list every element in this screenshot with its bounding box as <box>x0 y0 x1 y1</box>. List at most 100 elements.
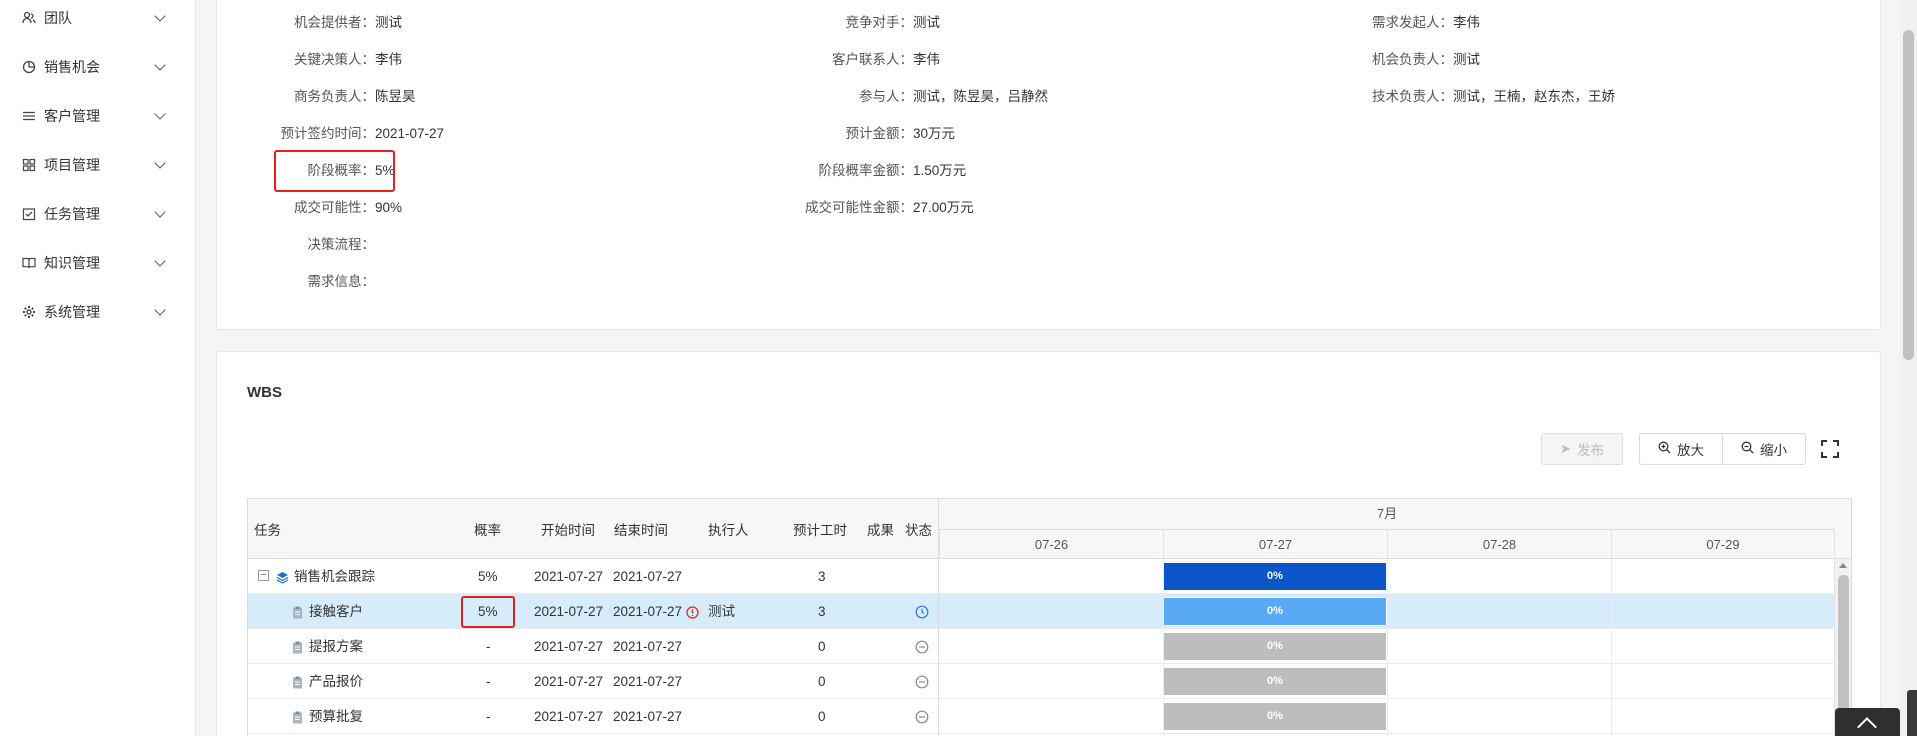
task-name: 接触客户 <box>309 604 363 619</box>
layers-icon <box>276 559 292 594</box>
task-end: 2021-07-27 <box>613 674 683 689</box>
table-row[interactable]: − 销售机会跟踪 5% 2021-07-27 2021-07-27 3 0% <box>248 559 1835 594</box>
chevron-down-icon <box>154 59 166 71</box>
field-key-decision-maker: 关键决策人：李伟 <box>294 52 402 67</box>
column-header-status: 状态 <box>905 523 932 538</box>
gantt-bar[interactable]: 0% <box>1164 633 1386 660</box>
sidebar-item-knowledge[interactable]: 知识管理 <box>0 248 196 278</box>
list-icon <box>22 109 36 123</box>
sidebar-item-label: 销售机会 <box>44 59 100 75</box>
gantt-bar[interactable]: 0% <box>1163 597 1387 626</box>
team-icon <box>22 11 36 25</box>
gantt-chart: 任务 概率 开始时间 结束时间 执行人 预计工时 成果 状态 7月 07-26 … <box>247 498 1852 736</box>
chevron-down-icon <box>154 108 166 120</box>
wbs-title: WBS <box>247 384 282 401</box>
task-start: 2021-07-27 <box>534 674 604 689</box>
opportunity-info-card: 机会提供者：测试 关键决策人：李伟 商务负责人：陈昱昊 预计签约时间：2021-… <box>216 0 1881 330</box>
task-hours: 0 <box>818 709 826 724</box>
sidebar-item-label: 项目管理 <box>44 157 100 173</box>
page-scrollbar[interactable] <box>1900 0 1917 736</box>
column-header-start: 开始时间 <box>541 523 595 538</box>
sidebar: 团队 销售机会 客户管理 项目管理 任务管理 知识管理 系统管理 <box>0 0 196 736</box>
timeline-day: 07-26 <box>939 529 1163 559</box>
side-panel-edge <box>1907 690 1917 736</box>
publish-button[interactable]: ➤ 发布 <box>1541 433 1623 465</box>
task-doc-icon <box>292 594 306 629</box>
sidebar-item-team[interactable]: 团队 <box>0 3 196 33</box>
overdue-warning-icon <box>686 594 700 629</box>
field-competitor: 竞争对手：测试 <box>845 15 941 30</box>
collapse-icon[interactable]: − <box>258 570 269 581</box>
task-probability: - <box>486 709 491 724</box>
chevron-down-icon <box>154 304 166 316</box>
highlight-stage-probability <box>274 150 395 192</box>
task-assignee: 测试 <box>708 604 735 619</box>
sidebar-item-task[interactable]: 任务管理 <box>0 199 196 229</box>
timeline-day: 07-28 <box>1387 529 1611 559</box>
book-icon <box>22 256 36 270</box>
task-start: 2021-07-27 <box>534 569 604 584</box>
table-row[interactable]: 预算批复 - 2021-07-27 2021-07-27 0 0% <box>248 699 1835 734</box>
sidebar-item-label: 系统管理 <box>44 304 100 320</box>
gantt-bar[interactable]: 0% <box>1164 703 1386 730</box>
sidebar-item-label: 团队 <box>44 10 72 26</box>
sidebar-item-project[interactable]: 项目管理 <box>0 150 196 180</box>
task-hours: 0 <box>818 674 826 689</box>
task-start: 2021-07-27 <box>534 639 604 654</box>
field-requirement-initiator: 需求发起人：李伟 <box>1372 15 1480 30</box>
minus-circle-icon <box>915 664 931 699</box>
send-icon: ➤ <box>1560 441 1571 456</box>
task-name: 产品报价 <box>309 674 363 689</box>
timeline-day: 07-29 <box>1611 529 1835 559</box>
timeline-gridline <box>1611 559 1612 736</box>
sidebar-item-sales-opportunity[interactable]: 销售机会 <box>0 52 196 82</box>
field-technical-owner: 技术负责人：测试，王楠，赵东杰，王娇 <box>1372 89 1615 104</box>
task-name: 预算批复 <box>309 709 363 724</box>
gantt-bar[interactable]: 0% <box>1164 563 1386 590</box>
minus-circle-icon <box>915 699 931 734</box>
task-name: 提报方案 <box>309 639 363 654</box>
scroll-up-icon[interactable] <box>1839 563 1847 568</box>
field-participants: 参与人：测试，陈昱昊，吕静然 <box>859 89 1048 104</box>
zoom-in-icon <box>1658 441 1671 457</box>
minus-circle-icon <box>915 629 931 664</box>
sidebar-item-label: 客户管理 <box>44 108 100 124</box>
column-header-end: 结束时间 <box>614 523 668 538</box>
table-row[interactable]: 产品报价 - 2021-07-27 2021-07-27 0 0% <box>248 664 1835 699</box>
timeline-gridline <box>1387 559 1388 736</box>
field-deal-likelihood: 成交可能性：90% <box>294 200 403 215</box>
fullscreen-icon[interactable] <box>1821 440 1839 458</box>
page-scrollbar-thumb[interactable] <box>1903 30 1914 360</box>
chevron-down-icon <box>154 206 166 218</box>
timeline-day: 07-27 <box>1163 529 1387 559</box>
task-end: 2021-07-27 <box>613 569 683 584</box>
task-end: 2021-07-27 <box>613 639 683 654</box>
table-row[interactable]: 提报方案 - 2021-07-27 2021-07-27 0 0% <box>248 629 1835 664</box>
task-name: 销售机会跟踪 <box>294 569 375 584</box>
sidebar-item-customer[interactable]: 客户管理 <box>0 101 196 131</box>
checkbox-icon <box>22 207 36 221</box>
zoom-out-icon <box>1741 441 1754 457</box>
chevron-down-icon <box>154 157 166 169</box>
task-doc-icon <box>292 664 306 699</box>
column-header-result: 成果 <box>867 523 894 538</box>
chevron-down-icon <box>154 10 166 22</box>
column-header-hours: 预计工时 <box>793 523 847 538</box>
field-provider: 机会提供者：测试 <box>294 15 402 30</box>
task-start: 2021-07-27 <box>534 709 604 724</box>
gear-icon <box>22 305 36 319</box>
task-end: 2021-07-27 <box>613 709 683 724</box>
gantt-bar[interactable]: 0% <box>1164 668 1386 695</box>
task-probability: - <box>486 674 491 689</box>
task-end: 2021-07-27 <box>613 604 683 619</box>
back-to-top-button[interactable] <box>1835 708 1900 736</box>
zoom-in-button[interactable]: 放大 <box>1639 433 1723 465</box>
zoom-out-button[interactable]: 缩小 <box>1722 433 1806 465</box>
field-business-owner: 商务负责人：陈昱昊 <box>294 89 416 104</box>
sidebar-item-system[interactable]: 系统管理 <box>0 297 196 327</box>
task-probability: 5% <box>478 569 498 584</box>
timeline-gridline <box>1163 559 1164 736</box>
task-hours: 3 <box>818 604 826 619</box>
grid-icon <box>22 158 36 172</box>
field-opportunity-owner: 机会负责人：测试 <box>1372 52 1480 67</box>
